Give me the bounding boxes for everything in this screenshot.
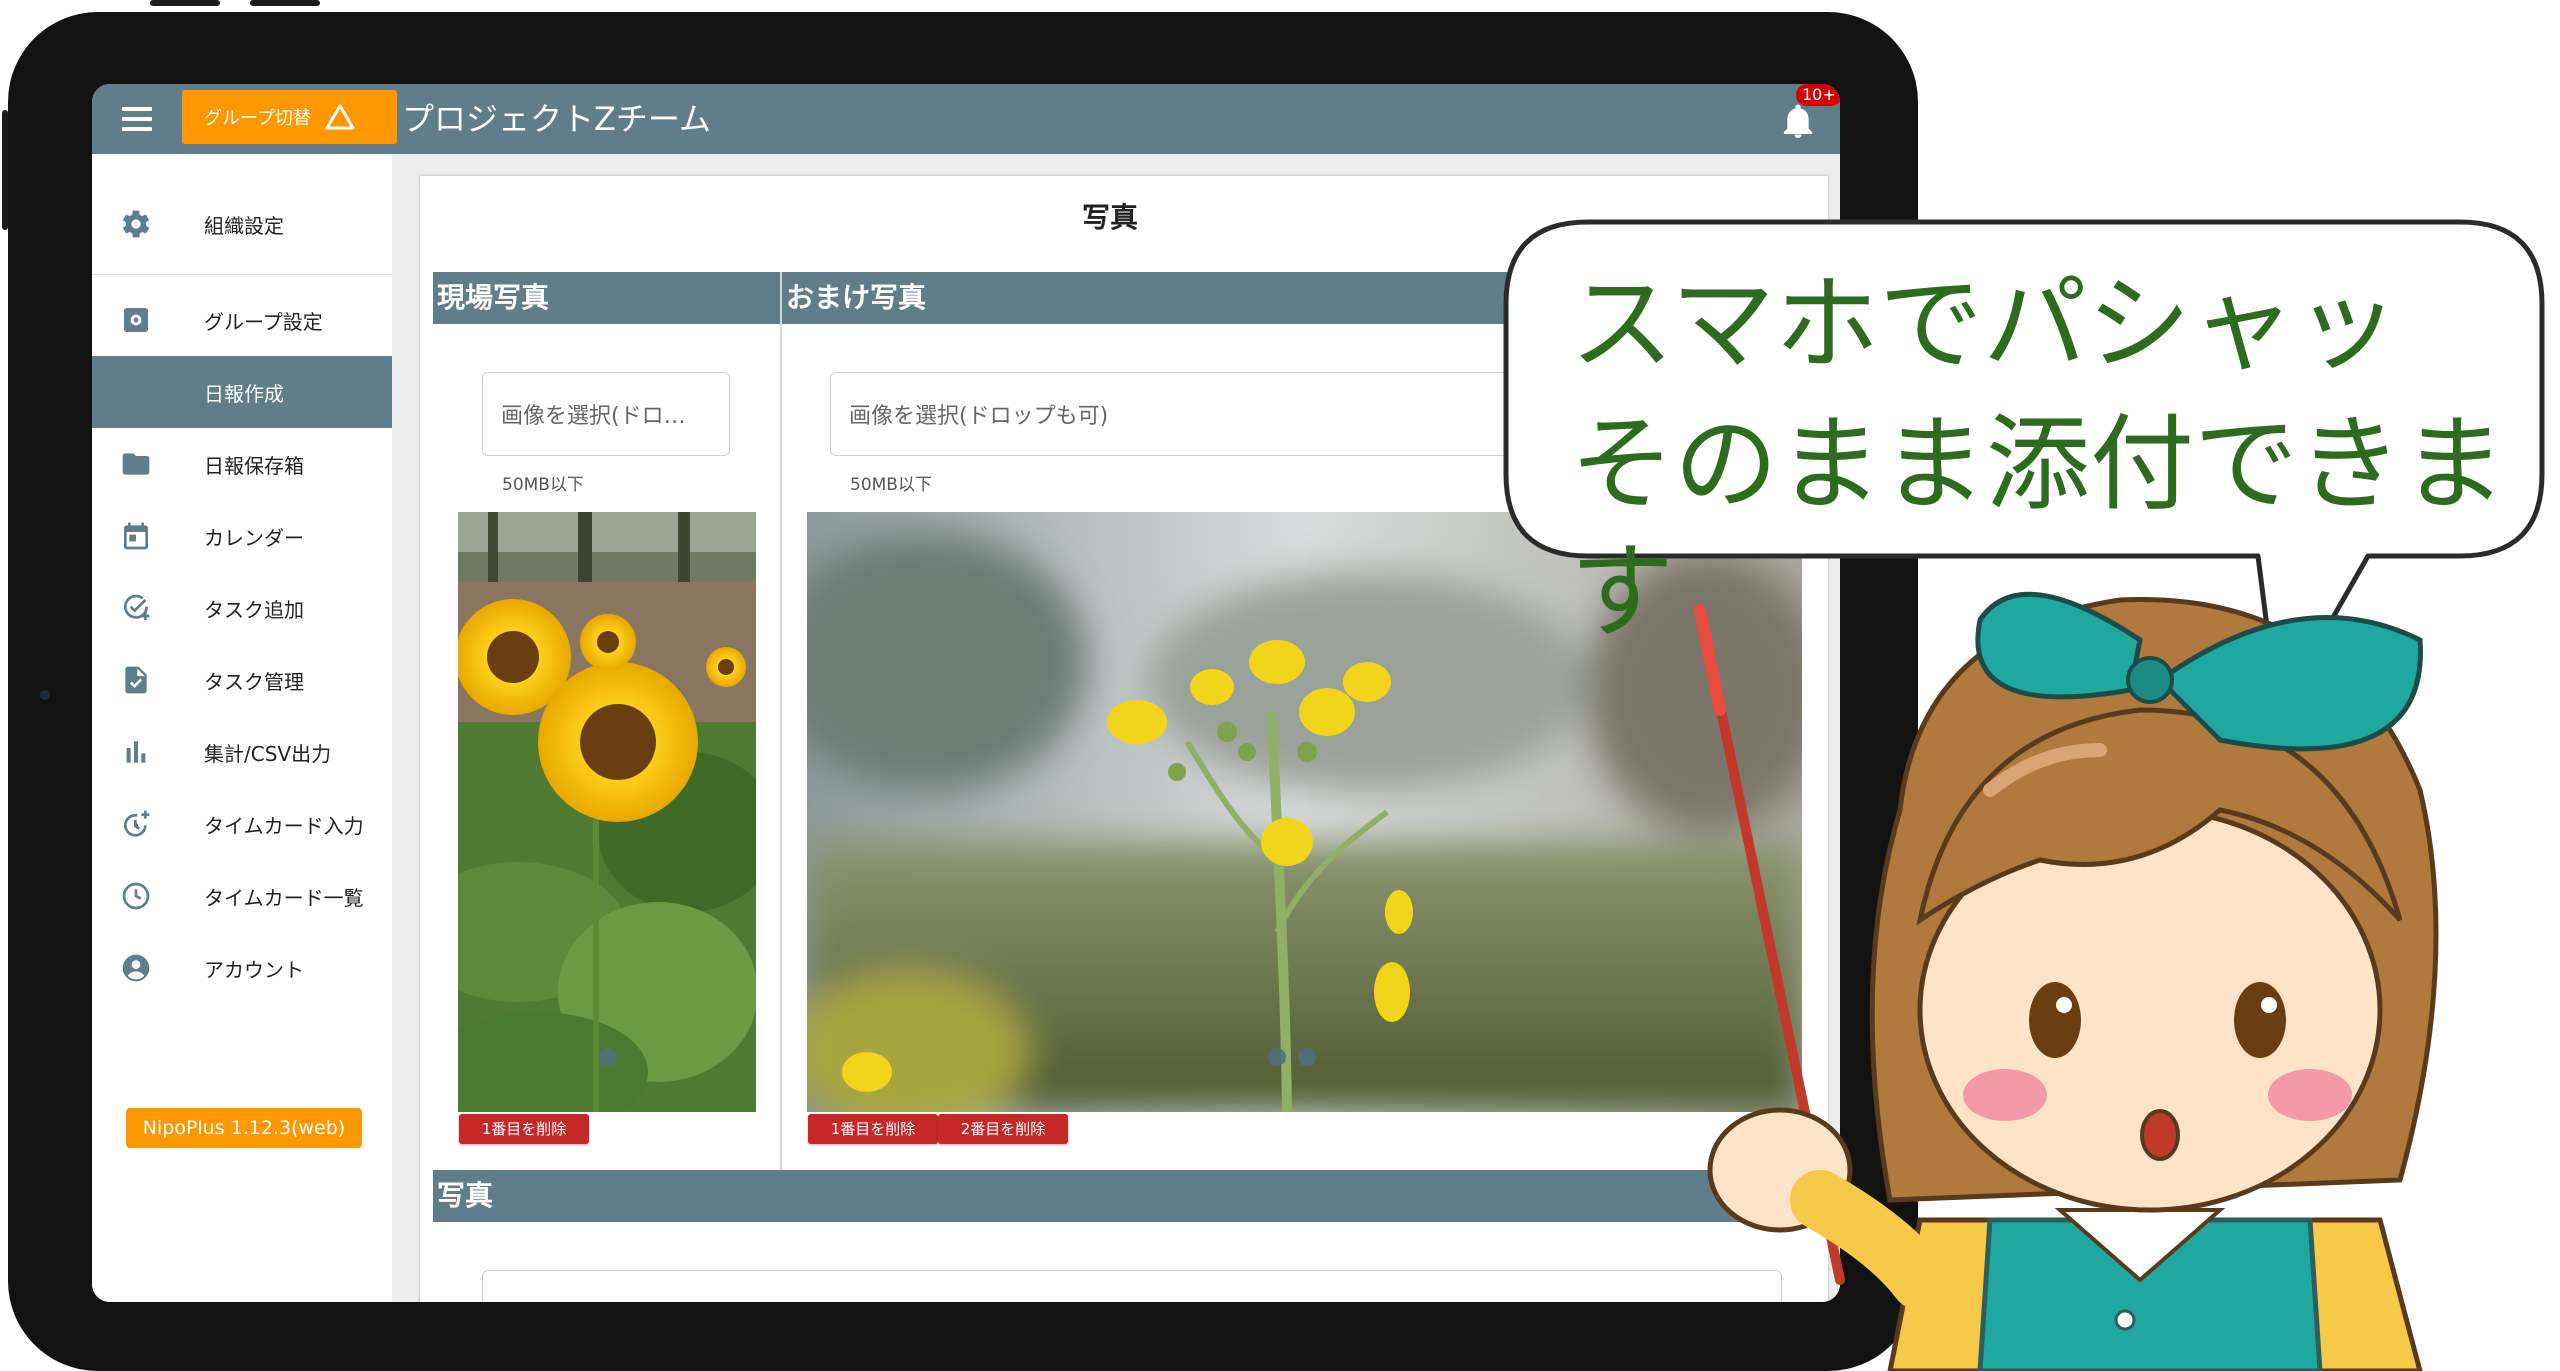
- sidebar-item-daily-report-create[interactable]: 日報作成: [92, 356, 392, 428]
- section-header: 写真: [433, 1170, 1832, 1222]
- sidebar-item-label: カレンダー: [204, 525, 304, 550]
- timecard-add-icon: [124, 810, 150, 837]
- sidebar-item-label: アカウント: [204, 957, 304, 982]
- sidebar-item-label: 組織設定: [204, 213, 284, 238]
- camera-icon: [40, 690, 50, 700]
- sidebar-item-label: 日報保存箱: [204, 453, 304, 478]
- divider: [92, 274, 392, 275]
- image-upload-input[interactable]: [482, 1270, 1782, 1302]
- bell-icon[interactable]: [1782, 104, 1814, 140]
- page-title: 写真: [1082, 201, 1139, 234]
- notification-badge: 10+: [1796, 84, 1840, 106]
- bar-chart-icon: [126, 741, 146, 763]
- app-header: グループ切替 プロジェクトZチーム 10+: [92, 84, 1840, 154]
- gear-icon: [122, 210, 150, 238]
- sunflower-photo: [458, 512, 756, 1112]
- folder-icon: [122, 453, 150, 475]
- group-switch-label: グループ切替: [204, 108, 311, 129]
- sidebar-item-label: タイムカード入力: [204, 813, 364, 838]
- sidebar-item-org-settings[interactable]: 組織設定: [92, 188, 392, 260]
- version-badge: NipoPlus 1.12.3(web): [126, 1108, 362, 1148]
- delete-image-1-button[interactable]: 1番目を削除: [459, 1114, 589, 1144]
- size-hint: 50MB以下: [850, 475, 932, 495]
- sidebar-item-group-settings[interactable]: グループ設定: [92, 284, 392, 356]
- sidebar-item-task-add[interactable]: タスク追加: [92, 572, 392, 644]
- sidebar-item-task-manage[interactable]: タスク管理: [92, 644, 392, 716]
- sidebar: 組織設定 グループ設定 日報作成 日報保存箱 カレンダー タスク追加 タスク管理: [92, 154, 393, 1302]
- sidebar-item-account[interactable]: アカウント: [92, 932, 392, 1004]
- mascot-character: [1694, 591, 2439, 1371]
- sidebar-item-timecard-list[interactable]: タイムカード一覧: [92, 860, 392, 932]
- team-name: プロジェクトZチーム: [402, 100, 711, 138]
- sidebar-item-label: タイムカード一覧: [204, 885, 364, 910]
- sidebar-item-timecard-input[interactable]: タイムカード入力: [92, 788, 392, 860]
- sidebar-item-stats-csv[interactable]: 集計/CSV出力: [92, 716, 392, 788]
- sidebar-item-label: タスク追加: [204, 597, 304, 622]
- sidebar-item-calendar[interactable]: カレンダー: [92, 500, 392, 572]
- image-upload-input[interactable]: 画像を選択(ドロップも可): [830, 372, 1530, 456]
- menu-icon[interactable]: [122, 107, 152, 131]
- account-icon: [122, 954, 150, 982]
- image-upload-input[interactable]: 画像を選択(ドロ…: [482, 372, 730, 456]
- sidebar-item-label: 集計/CSV出力: [204, 741, 332, 766]
- delete-image-1-button[interactable]: 1番目を削除: [808, 1114, 938, 1144]
- warning-triangle-icon: [325, 104, 355, 130]
- volume-button: [150, 0, 220, 6]
- section-header: 現場写真: [433, 272, 780, 324]
- sidebar-item-report-box[interactable]: 日報保存箱: [92, 428, 392, 500]
- clock-icon: [122, 882, 150, 910]
- side-button: [2, 110, 8, 230]
- group-switch-button[interactable]: グループ切替: [182, 90, 397, 144]
- calendar-icon: [124, 522, 148, 550]
- sidebar-item-label: 日報作成: [204, 381, 284, 406]
- volume-button: [250, 0, 320, 6]
- group-settings-icon: [124, 308, 148, 332]
- task-manage-icon: [125, 666, 147, 694]
- sidebar-item-label: タスク管理: [204, 669, 304, 694]
- callout-line-1: スマホでパシャッ: [1570, 263, 2399, 385]
- delete-image-2-button[interactable]: 2番目を削除: [938, 1114, 1068, 1144]
- sidebar-item-label: グループ設定: [204, 309, 323, 334]
- task-add-icon: [124, 594, 150, 620]
- size-hint: 50MB以下: [502, 475, 584, 495]
